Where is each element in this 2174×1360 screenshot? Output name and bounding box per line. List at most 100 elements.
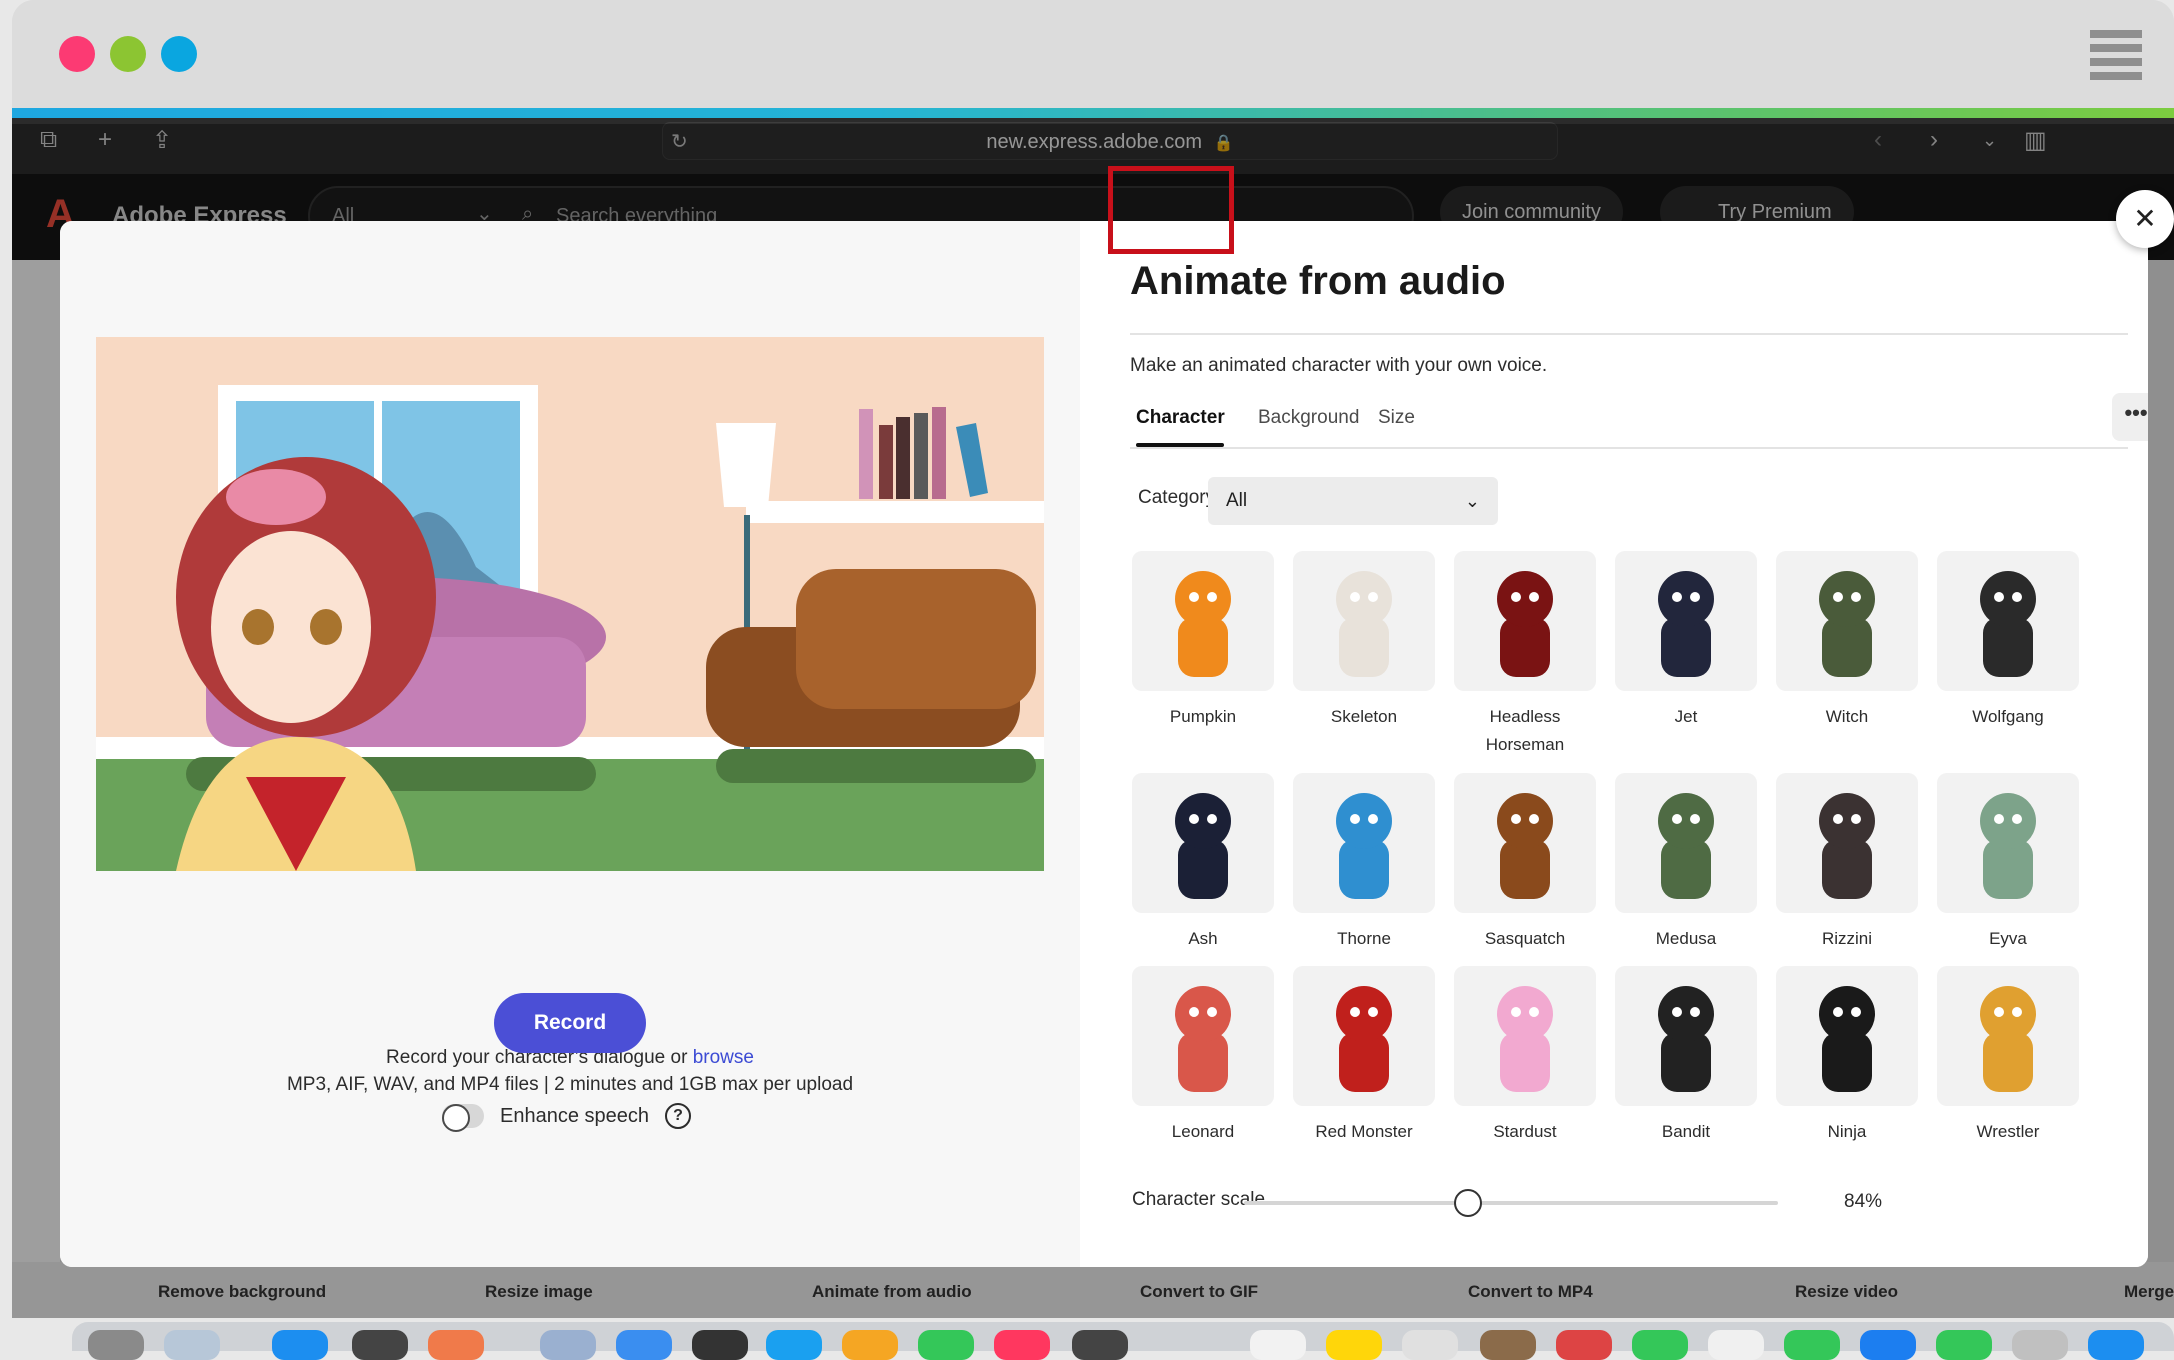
character-card[interactable]: Stardust [1454,966,1596,1146]
character-name: Skeleton [1330,707,1398,726]
character-name: Ninja [1827,1122,1867,1141]
character-card[interactable]: Ninja [1776,966,1918,1146]
character-name: Pumpkin [1169,707,1237,726]
character-thumbnail[interactable] [1937,966,2079,1106]
character-thumbnail[interactable] [1132,773,1274,913]
character-thumbnail[interactable] [1454,966,1596,1106]
character-avatar-icon [1819,986,1875,1092]
character-thumbnail[interactable] [1615,551,1757,691]
enhance-speech-control: Enhance speech ? [442,1099,692,1133]
character-name: Red Monster [1315,1122,1413,1141]
character-thumbnail[interactable] [1776,966,1918,1106]
dock-app-icon[interactable] [842,1330,898,1360]
dock-app-icon[interactable] [1250,1330,1306,1360]
dock-app-icon[interactable] [692,1330,748,1360]
hamburger-menu-icon[interactable] [2090,30,2142,80]
character-thumbnail[interactable] [1615,966,1757,1106]
browse-link[interactable]: browse [693,1047,754,1068]
character-thumbnail[interactable] [1937,773,2079,913]
character-thumbnail[interactable] [1454,551,1596,691]
dock-app-icon[interactable] [1072,1330,1128,1360]
character-name: Wrestler [1976,1122,2040,1141]
character-card[interactable]: Medusa [1615,773,1757,953]
dock-app-icon[interactable] [540,1330,596,1360]
character-card[interactable]: Witch [1776,551,1918,731]
character-card[interactable]: Ash [1132,773,1274,953]
character-card[interactable]: Headless Horseman [1454,551,1596,759]
more-options-button[interactable]: ••• [2112,393,2148,441]
character-card[interactable]: Bandit [1615,966,1757,1146]
character-thumbnail[interactable] [1293,966,1435,1106]
dock-app-icon[interactable] [766,1330,822,1360]
dock-app-icon[interactable] [352,1330,408,1360]
dock-app-icon[interactable] [1632,1330,1688,1360]
preview-scene-illustration [96,337,1044,871]
active-tab-indicator [1136,443,1224,447]
os-dock [72,1322,2174,1360]
character-avatar-icon [1658,793,1714,899]
character-name: Headless Horseman [1485,707,1565,754]
close-dialog-button[interactable]: ✕ [2116,190,2174,248]
character-thumbnail[interactable] [1293,773,1435,913]
dock-app-icon[interactable] [918,1330,974,1360]
character-card[interactable]: Eyva [1937,773,2079,953]
dock-app-icon[interactable] [272,1330,328,1360]
tab-background[interactable]: Background [1258,407,1359,429]
character-thumbnail[interactable] [1132,966,1274,1106]
character-card[interactable]: Wrestler [1937,966,2079,1146]
close-window-button[interactable] [59,36,95,72]
character-avatar-icon [1497,571,1553,677]
character-thumbnail[interactable] [1293,551,1435,691]
character-thumbnail[interactable] [1132,551,1274,691]
dock-app-icon[interactable] [88,1330,144,1360]
character-card[interactable]: Thorne [1293,773,1435,953]
character-avatar-icon [1658,986,1714,1092]
character-card[interactable]: Leonard [1132,966,1274,1146]
character-card[interactable]: Skeleton [1293,551,1435,731]
character-thumbnail[interactable] [1776,551,1918,691]
maximize-window-button[interactable] [161,36,197,72]
character-name: Wolfgang [1972,707,2044,726]
character-thumbnail[interactable] [1454,773,1596,913]
character-name: Leonard [1171,1122,1235,1141]
dock-app-icon[interactable] [1326,1330,1382,1360]
dock-app-icon[interactable] [616,1330,672,1360]
dock-app-icon[interactable] [2088,1330,2144,1360]
character-card[interactable]: Jet [1615,551,1757,731]
tab-size[interactable]: Size [1378,407,1415,429]
dock-app-icon[interactable] [1936,1330,1992,1360]
character-avatar-icon [1980,571,2036,677]
character-card[interactable]: Pumpkin [1132,551,1274,731]
dock-app-icon[interactable] [164,1330,220,1360]
character-avatar-icon [1175,986,1231,1092]
enhance-speech-toggle[interactable] [442,1104,484,1132]
character-card[interactable]: Sasquatch [1454,773,1596,953]
character-scale-slider[interactable] [1244,1201,1778,1205]
character-tab-highlight [1108,166,1234,254]
dock-app-icon[interactable] [1480,1330,1536,1360]
dock-app-icon[interactable] [1402,1330,1458,1360]
tab-character[interactable]: Character [1136,407,1225,429]
dock-app-icon[interactable] [2012,1330,2068,1360]
character-avatar-icon [1819,793,1875,899]
character-card[interactable]: Red Monster [1293,966,1435,1146]
character-card[interactable]: Wolfgang [1937,551,2079,731]
character-thumbnail[interactable] [1615,773,1757,913]
help-icon[interactable]: ? [665,1103,692,1129]
minimize-window-button[interactable] [110,36,146,72]
dock-app-icon[interactable] [1556,1330,1612,1360]
category-dropdown[interactable]: All ⌄ [1208,477,1498,525]
character-scale-slider-handle[interactable] [1454,1189,1483,1217]
dock-app-icon[interactable] [1784,1330,1840,1360]
character-thumbnail[interactable] [1776,773,1918,913]
dock-app-icon[interactable] [1860,1330,1916,1360]
dock-app-icon[interactable] [428,1330,484,1360]
character-scale-value: 84% [1844,1191,1883,1212]
character-card[interactable]: Rizzini [1776,773,1918,953]
character-thumbnail[interactable] [1937,551,2079,691]
character-avatar-icon [1336,793,1392,899]
record-button[interactable]: Record [494,993,646,1053]
character-avatar-icon [1175,793,1231,899]
dock-app-icon[interactable] [994,1330,1050,1360]
dock-app-icon[interactable] [1708,1330,1764,1360]
